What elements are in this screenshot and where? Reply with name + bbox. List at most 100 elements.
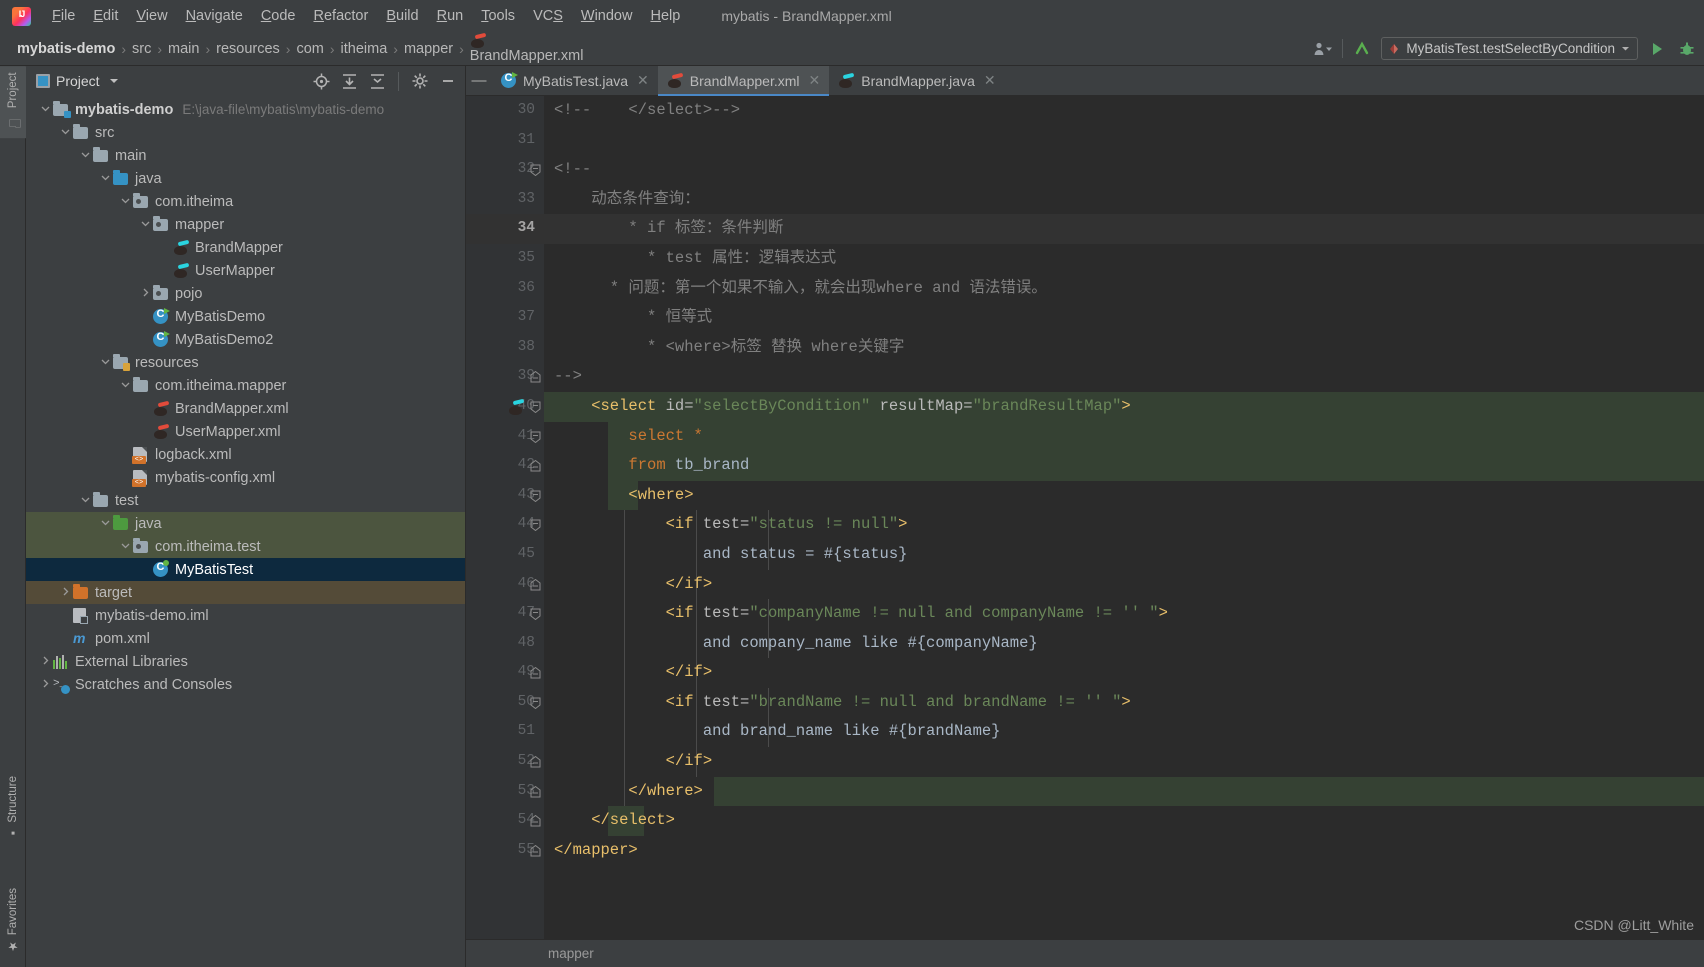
menu-view[interactable]: View	[127, 5, 176, 27]
fold-end-icon[interactable]	[530, 667, 541, 679]
tree-node-mybatisdemo2[interactable]: MyBatisDemo2	[26, 328, 465, 351]
code-line-31[interactable]	[544, 126, 1704, 156]
hide-tabs-icon[interactable]: —	[466, 66, 492, 95]
fold-start-icon[interactable]	[530, 697, 541, 709]
menu-help[interactable]: Help	[641, 5, 689, 27]
chevron-right-icon[interactable]	[38, 656, 53, 668]
fold-end-icon[interactable]	[530, 845, 541, 857]
code-line-32[interactable]: <!--	[544, 155, 1704, 185]
code-line-42[interactable]: from tb_brand	[544, 451, 1704, 481]
code-line-30[interactable]: <!-- </select>-->	[544, 96, 1704, 126]
tree-node-external-libraries[interactable]: External Libraries	[26, 650, 465, 673]
tree-node-usermapper-xml[interactable]: UserMapper.xml	[26, 420, 465, 443]
code-line-43[interactable]: <where>	[544, 481, 1704, 511]
fold-end-icon[interactable]	[530, 756, 541, 768]
tree-node-com-itheima-test[interactable]: com.itheima.test	[26, 535, 465, 558]
code-line-34[interactable]: * if 标签：条件判断	[544, 214, 1704, 244]
fold-end-icon[interactable]	[530, 815, 541, 827]
tree-node-mybatis-demo-iml[interactable]: mybatis-demo.iml	[26, 604, 465, 627]
chevron-down-icon[interactable]	[98, 173, 113, 185]
menu-run[interactable]: Run	[428, 5, 473, 27]
collapse-all-icon[interactable]	[366, 70, 388, 92]
code-line-35[interactable]: * test 属性：逻辑表达式	[544, 244, 1704, 274]
debug-button[interactable]	[1676, 38, 1698, 60]
locate-icon[interactable]	[310, 70, 332, 92]
tree-node-test[interactable]: test	[26, 489, 465, 512]
tree-node-brandmapper[interactable]: BrandMapper	[26, 236, 465, 259]
tree-node-main[interactable]: main	[26, 144, 465, 167]
chevron-down-icon[interactable]	[58, 127, 73, 139]
code-line-48[interactable]: and company_name like #{companyName}	[544, 629, 1704, 659]
chevron-down-icon[interactable]	[78, 150, 93, 162]
chevron-down-icon[interactable]	[98, 518, 113, 530]
run-configuration-selector[interactable]: MyBatisTest.testSelectByCondition	[1381, 37, 1638, 60]
fold-end-icon[interactable]	[530, 371, 541, 383]
editor-tab-mybatistest-java[interactable]: MyBatisTest.java ✕	[492, 66, 658, 95]
tree-node-mybatis-demo[interactable]: mybatis-demo E:\java-file\mybatis\mybatis…	[26, 98, 465, 121]
tree-node-java[interactable]: java	[26, 512, 465, 535]
tree-node-target[interactable]: target	[26, 581, 465, 604]
close-icon[interactable]: ✕	[984, 72, 996, 89]
chevron-right-icon[interactable]	[38, 679, 53, 691]
tree-node-scratches-and-consoles[interactable]: >_ Scratches and Consoles	[26, 673, 465, 696]
breadcrumb-item-mybatis-demo[interactable]: mybatis-demo	[12, 40, 120, 58]
tree-node-com-itheima-mapper[interactable]: com.itheima.mapper	[26, 374, 465, 397]
chevron-down-icon[interactable]	[118, 541, 133, 553]
breadcrumb-item-itheima[interactable]: itheima	[336, 40, 393, 58]
menu-refactor[interactable]: Refactor	[305, 5, 378, 27]
chevron-down-icon[interactable]	[38, 104, 53, 116]
tree-node-logback-xml[interactable]: logback.xml	[26, 443, 465, 466]
expand-all-icon[interactable]	[338, 70, 360, 92]
tree-node-mybatisdemo[interactable]: MyBatisDemo	[26, 305, 465, 328]
menu-file[interactable]: File	[43, 5, 84, 27]
menu-edit[interactable]: Edit	[84, 5, 127, 27]
run-button[interactable]	[1646, 38, 1668, 60]
project-view-chevron-icon[interactable]	[106, 70, 122, 92]
code-line-47[interactable]: <if test="companyName != null and compan…	[544, 599, 1704, 629]
tree-node-resources[interactable]: resources	[26, 351, 465, 374]
editor-tab-brandmapper-xml[interactable]: BrandMapper.xml ✕	[657, 66, 830, 96]
chevron-down-icon[interactable]	[78, 495, 93, 507]
tree-node-java[interactable]: java	[26, 167, 465, 190]
close-icon[interactable]: ✕	[637, 72, 649, 89]
code-line-54[interactable]: </select>	[544, 806, 1704, 836]
menu-tools[interactable]: Tools	[472, 5, 524, 27]
tool-tab-favorites[interactable]: ★ Favorites	[0, 882, 26, 959]
fold-start-icon[interactable]	[530, 519, 541, 532]
code-line-41[interactable]: select *	[544, 422, 1704, 452]
code-editor[interactable]: 30 31 32 33 34 35 36 37 38 39 40 41 42 43 44 45 46 47 48 49…	[466, 96, 1704, 939]
tree-node-pom-xml[interactable]: m pom.xml	[26, 627, 465, 650]
fold-end-icon[interactable]	[530, 460, 541, 472]
fold-end-icon[interactable]	[530, 578, 541, 591]
chevron-down-icon[interactable]	[138, 219, 153, 231]
menu-vcs[interactable]: VCS	[524, 5, 572, 27]
code-line-51[interactable]: and brand_name like #{brandName}	[544, 717, 1704, 747]
mybatis-statement-icon[interactable]	[508, 400, 525, 415]
tree-node-brandmapper-xml[interactable]: BrandMapper.xml	[26, 397, 465, 420]
tree-node-mybatis-config-xml[interactable]: mybatis-config.xml	[26, 466, 465, 489]
breadcrumb-item-src[interactable]: src	[127, 40, 156, 58]
fold-start-icon[interactable]	[530, 401, 541, 413]
code-line-37[interactable]: * 恒等式	[544, 303, 1704, 333]
tree-node-src[interactable]: src	[26, 121, 465, 144]
tree-node-com-itheima[interactable]: com.itheima	[26, 190, 465, 213]
close-icon[interactable]: ✕	[809, 72, 821, 89]
code-line-38[interactable]: * <where>标签 替换 where关键字	[544, 333, 1704, 363]
fold-end-icon[interactable]	[530, 785, 541, 798]
code-line-52[interactable]: </if>	[544, 747, 1704, 777]
code-line-39[interactable]: -->	[544, 362, 1704, 392]
code-content[interactable]: <!-- </select>--> <!-- 动态条件查询： * if 标签：条件…	[544, 96, 1704, 939]
code-line-36[interactable]: * 问题：第一个如果不输入，就会出现where and 语法错误。	[544, 274, 1704, 304]
update-project-icon[interactable]	[1351, 38, 1373, 60]
code-line-33[interactable]: 动态条件查询：	[544, 185, 1704, 215]
fold-start-icon[interactable]	[530, 431, 541, 443]
chevron-down-icon[interactable]	[98, 357, 113, 369]
code-line-45[interactable]: and status = #{status}	[544, 540, 1704, 570]
code-line-49[interactable]: </if>	[544, 658, 1704, 688]
menu-window[interactable]: Window	[572, 5, 642, 27]
code-line-44[interactable]: <if test="status != null">	[544, 510, 1704, 540]
breadcrumb-item-com[interactable]: com	[291, 40, 328, 58]
code-line-55[interactable]: </mapper>	[544, 836, 1704, 866]
tool-tab-structure[interactable]: ▪ Structure	[0, 770, 26, 847]
breadcrumb-item-resources[interactable]: resources	[211, 40, 285, 58]
